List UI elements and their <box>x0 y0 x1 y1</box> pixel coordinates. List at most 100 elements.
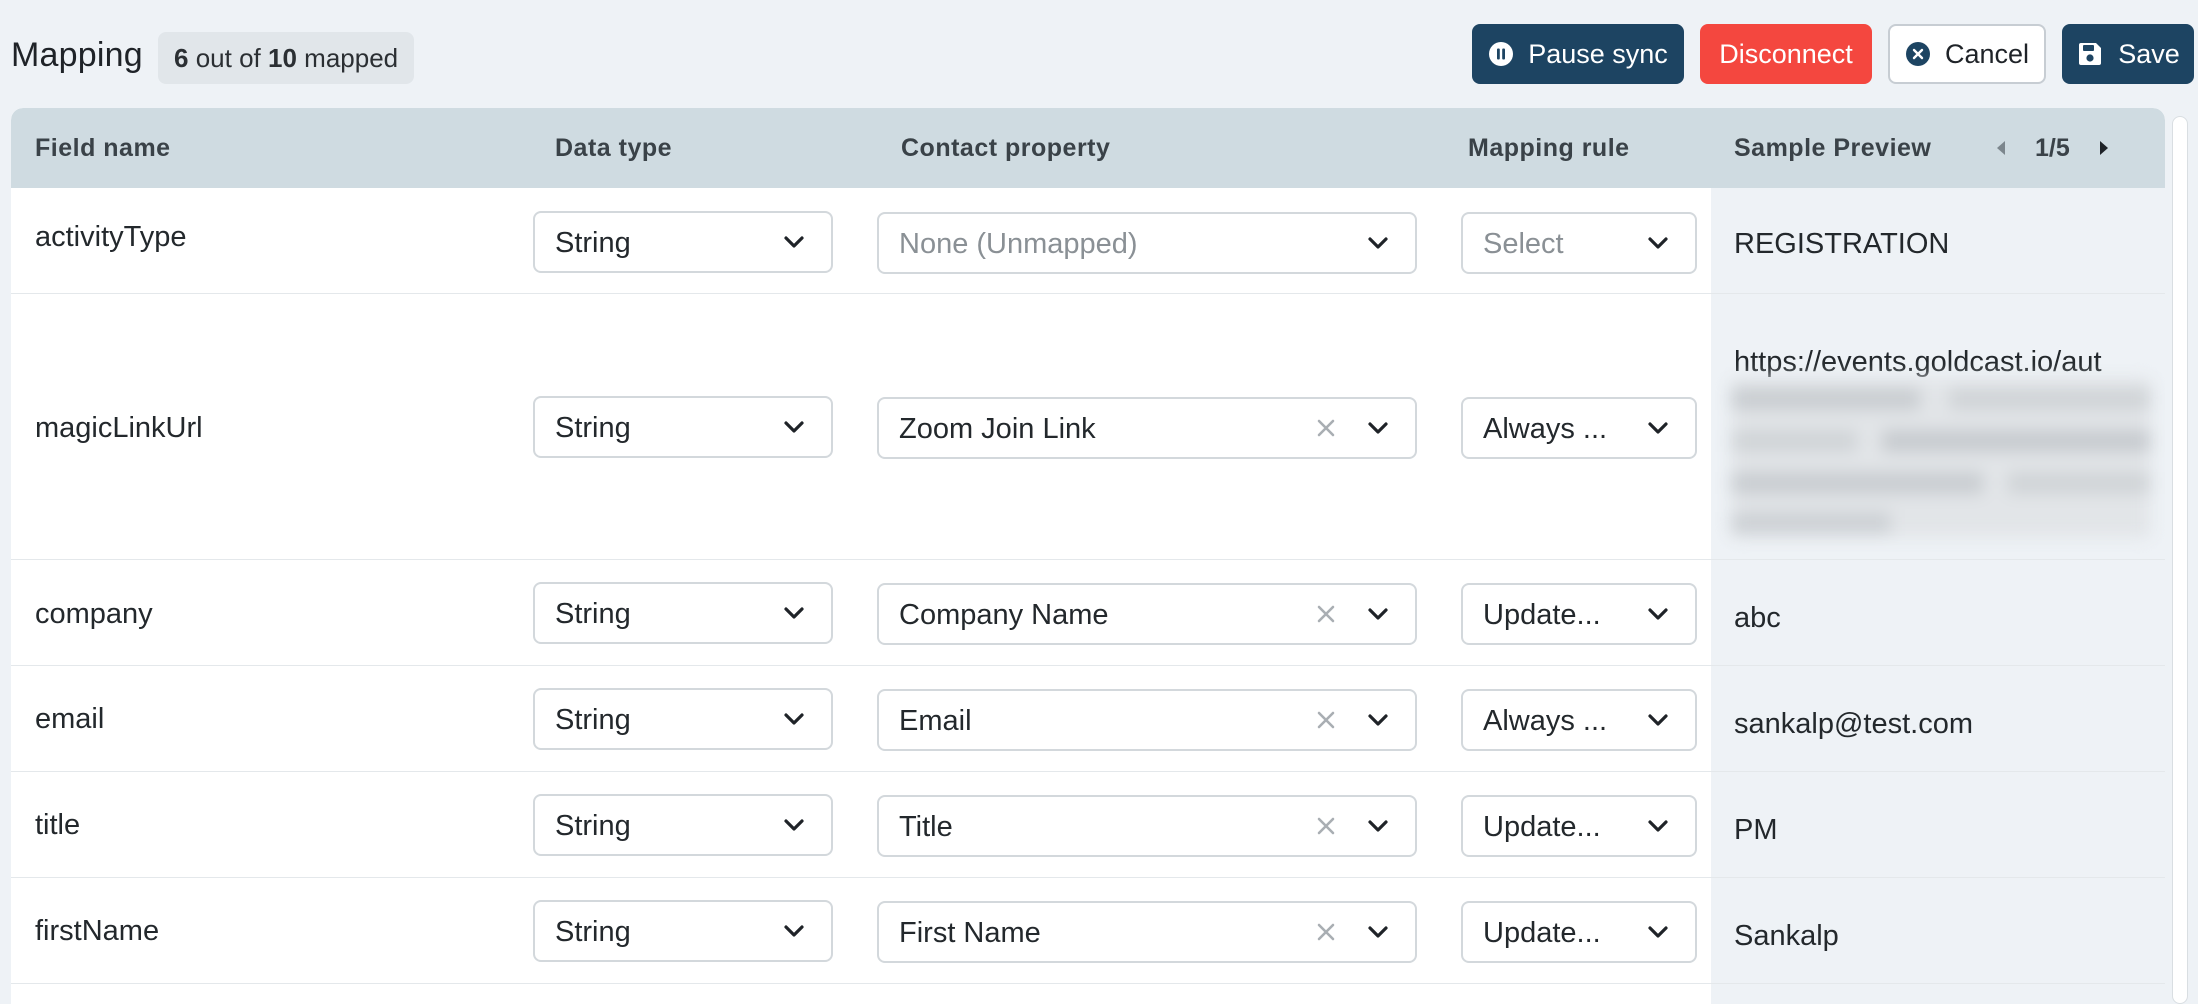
total-count: 10 <box>268 43 297 73</box>
sample-preview-value: REGISTRATION <box>1734 228 1950 260</box>
chevron-down-icon <box>1645 709 1671 731</box>
scrollbar-thumb[interactable] <box>2172 116 2188 1004</box>
col-sample-preview: Sample Preview <box>1734 134 1932 162</box>
col-field-name: Field name <box>35 134 171 162</box>
chevron-down-icon <box>1365 709 1391 731</box>
sample-preview-value: sankalp@test.com <box>1734 708 1973 740</box>
field-name: title <box>35 809 81 841</box>
field-name: company <box>35 598 153 630</box>
col-mapping-rule: Mapping rule <box>1468 134 1630 162</box>
disconnect-label: Disconnect <box>1719 39 1853 69</box>
caret-left-icon[interactable] <box>1989 136 2013 160</box>
table-row: title String Title Update... PM <box>11 772 2165 878</box>
data-type-value: String <box>555 916 631 948</box>
pager-text: 1/5 <box>2035 133 2070 162</box>
data-type-value: String <box>555 704 631 736</box>
table-row: email String Email Always ... sankalp@te… <box>11 666 2165 772</box>
field-name: firstName <box>35 915 160 947</box>
mapped-count: 6 <box>174 43 189 73</box>
preview-pager: 1/5 <box>1989 108 2116 188</box>
chevron-down-icon <box>1365 815 1391 837</box>
mapping-rule-select[interactable]: Update... <box>1461 795 1697 857</box>
mapping-rule-select[interactable]: Update... <box>1461 901 1697 963</box>
mapped-count-badge: 6 out of 10 mapped <box>158 32 415 84</box>
mapping-rule-value: Update... <box>1483 811 1601 843</box>
disconnect-button[interactable]: Disconnect <box>1700 24 1872 84</box>
clear-x-icon[interactable] <box>1313 415 1339 441</box>
chevron-down-icon <box>1645 921 1671 943</box>
mapped-suffix: mapped <box>304 43 399 73</box>
sample-preview-value: https://events.goldcast.io/aut <box>1734 346 2102 378</box>
data-type-select[interactable]: String <box>533 396 833 458</box>
page-header: Mapping 6 out of 10 mapped Pause sync Di… <box>0 0 2198 108</box>
mapping-rule-value: Always ... <box>1483 705 1608 737</box>
cancel-button[interactable]: Cancel <box>1888 24 2046 84</box>
data-type-value: String <box>555 412 631 444</box>
field-name: activityType <box>35 221 187 253</box>
mapping-rule-select[interactable]: Always ... <box>1461 397 1697 459</box>
contact-property-value: None (Unmapped) <box>899 228 1138 260</box>
chevron-down-icon <box>1645 603 1671 625</box>
chevron-down-icon <box>1365 603 1391 625</box>
sample-preview-value: PM <box>1734 814 1778 846</box>
data-type-select[interactable]: String <box>533 900 833 962</box>
pause-circle-icon <box>1488 41 1514 67</box>
mapping-rule-select[interactable]: Select <box>1461 212 1697 274</box>
floppy-disk-icon <box>2076 40 2104 68</box>
data-type-select[interactable]: String <box>533 794 833 856</box>
mapping-rule-select[interactable]: Update... <box>1461 583 1697 645</box>
contact-property-value: Company Name <box>899 599 1109 631</box>
mapping-rule-value: Update... <box>1483 917 1601 949</box>
contact-property-select[interactable]: Zoom Join Link <box>877 397 1417 459</box>
clear-x-icon[interactable] <box>1313 601 1339 627</box>
save-label: Save <box>2118 39 2180 69</box>
page-title: Mapping <box>11 36 143 74</box>
pause-sync-button[interactable]: Pause sync <box>1472 24 1684 84</box>
pause-sync-label: Pause sync <box>1528 39 1668 69</box>
col-contact-property: Contact property <box>901 134 1111 162</box>
chevron-down-icon <box>1365 921 1391 943</box>
mapping-rule-value: Always ... <box>1483 413 1608 445</box>
contact-property-select[interactable]: First Name <box>877 901 1417 963</box>
chevron-down-icon <box>781 708 807 730</box>
mapping-rule-value: Update... <box>1483 599 1601 631</box>
redacted-preview <box>1731 378 2151 538</box>
data-type-value: String <box>555 227 631 259</box>
chevron-down-icon <box>781 814 807 836</box>
table-row: company String Company Name Update... ab… <box>11 560 2165 666</box>
data-type-select[interactable]: String <box>533 582 833 644</box>
data-type-select[interactable]: String <box>533 211 833 273</box>
sample-preview-value: abc <box>1734 602 1781 634</box>
contact-property-select[interactable]: Company Name <box>877 583 1417 645</box>
chevron-down-icon <box>1645 232 1671 254</box>
clear-x-icon[interactable] <box>1313 919 1339 945</box>
data-type-select[interactable]: String <box>533 688 833 750</box>
field-name: email <box>35 703 105 735</box>
x-circle-icon <box>1905 41 1931 67</box>
mapping-rule-select[interactable]: Always ... <box>1461 689 1697 751</box>
contact-property-select[interactable]: Title <box>877 795 1417 857</box>
contact-property-select[interactable]: Email <box>877 689 1417 751</box>
mapping-rule-value: Select <box>1483 228 1564 260</box>
sample-preview-value: Sankalp <box>1734 920 1839 952</box>
contact-property-value: Zoom Join Link <box>899 413 1096 445</box>
chevron-down-icon <box>1645 417 1671 439</box>
contact-property-value: Title <box>899 811 953 843</box>
chevron-down-icon <box>1365 417 1391 439</box>
contact-property-value: Email <box>899 705 972 737</box>
clear-x-icon[interactable] <box>1313 707 1339 733</box>
chevron-down-icon <box>781 231 807 253</box>
chevron-down-icon <box>781 602 807 624</box>
table-row: activityType String None (Unmapped) Sele… <box>11 188 2165 294</box>
save-button[interactable]: Save <box>2062 24 2194 84</box>
chevron-down-icon <box>781 920 807 942</box>
data-type-value: String <box>555 598 631 630</box>
chevron-down-icon <box>1365 232 1391 254</box>
clear-x-icon[interactable] <box>1313 813 1339 839</box>
mapping-table: Field name Data type Contact property Ma… <box>11 108 2165 1004</box>
contact-property-select[interactable]: None (Unmapped) <box>877 212 1417 274</box>
field-name: magicLinkUrl <box>35 412 203 444</box>
caret-right-icon[interactable] <box>2092 136 2116 160</box>
contact-property-value: First Name <box>899 917 1041 949</box>
chevron-down-icon <box>1645 815 1671 837</box>
